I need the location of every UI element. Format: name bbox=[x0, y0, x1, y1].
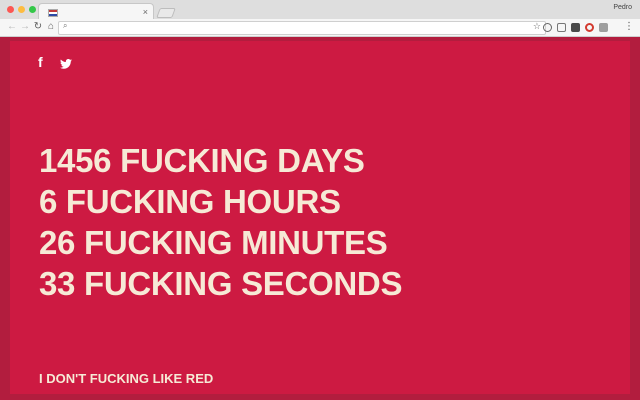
window-minimize-button[interactable] bbox=[18, 6, 25, 13]
window-close-button[interactable] bbox=[7, 6, 14, 13]
browser-toolbar: ← → ↻ ⌂ ⌕ ☆ ⋮ bbox=[0, 19, 640, 37]
search-icon: ⌕ bbox=[63, 21, 68, 30]
browser-tab-bar: × Pedro bbox=[0, 0, 640, 20]
reload-button[interactable]: ↻ bbox=[32, 20, 44, 34]
page-viewport: f 1456 FUCKING DAYS 6 FUCKING HOURS 26 F… bbox=[0, 37, 640, 400]
new-tab-button[interactable] bbox=[156, 8, 176, 18]
forward-button[interactable]: → bbox=[19, 20, 31, 34]
minutes-line: 26 FUCKING MINUTES bbox=[39, 224, 388, 261]
home-button[interactable]: ⌂ bbox=[45, 20, 57, 34]
tab-close-icon[interactable]: × bbox=[143, 6, 148, 18]
us-flag-icon bbox=[48, 9, 58, 17]
facebook-icon[interactable]: f bbox=[38, 55, 43, 69]
bookmark-star-icon[interactable]: ☆ bbox=[533, 21, 541, 32]
profile-name[interactable]: Pedro bbox=[613, 4, 632, 11]
extension-opera-icon[interactable] bbox=[585, 23, 594, 32]
extension-grey-icon[interactable] bbox=[599, 23, 608, 32]
countdown-text: 1456 FUCKING DAYS 6 FUCKING HOURS 26 FUC… bbox=[39, 140, 402, 304]
back-button[interactable]: ← bbox=[6, 20, 18, 34]
page-card: f 1456 FUCKING DAYS 6 FUCKING HOURS 26 F… bbox=[10, 41, 630, 394]
days-line: 1456 FUCKING DAYS bbox=[39, 142, 365, 179]
seconds-line: 33 FUCKING SECONDS bbox=[39, 265, 403, 302]
address-bar[interactable]: ⌕ ☆ bbox=[58, 21, 546, 35]
extension-mail-icon[interactable] bbox=[557, 23, 566, 32]
browser-tab-active[interactable]: × bbox=[38, 3, 154, 20]
dislike-red-link[interactable]: I DON'T FUCKING LIKE RED bbox=[39, 371, 213, 386]
window-maximize-button[interactable] bbox=[29, 6, 36, 13]
twitter-icon[interactable] bbox=[60, 57, 72, 73]
browser-menu-icon[interactable]: ⋮ bbox=[624, 20, 634, 34]
extension-info-icon[interactable] bbox=[543, 23, 552, 32]
hours-line: 6 FUCKING HOURS bbox=[39, 183, 341, 220]
extension-square-icon[interactable] bbox=[571, 23, 580, 32]
